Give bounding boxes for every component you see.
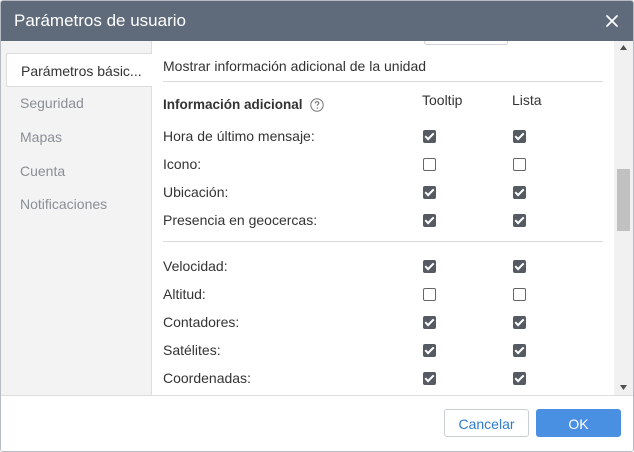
column-tooltip: Tooltip: [422, 92, 463, 108]
sidebar-item-notifications[interactable]: Notificaciones: [1, 187, 151, 221]
list-location-checkbox[interactable]: [513, 186, 526, 199]
scroll-up-arrow-icon[interactable]: [614, 41, 633, 55]
row-label-coordinates: Coordenadas:: [163, 370, 251, 386]
divider: [163, 81, 603, 82]
close-icon[interactable]: [601, 10, 623, 32]
section-title: Mostrar información adicional de la unid…: [163, 58, 427, 74]
sidebar-item-maps[interactable]: Mapas: [1, 120, 151, 154]
divider: [163, 241, 603, 242]
sidebar-item-account[interactable]: Cuenta: [1, 154, 151, 188]
partial-control[interactable]: [424, 41, 508, 45]
sidebar-item-basic-params[interactable]: Parámetros básic...: [6, 53, 152, 87]
settings-content: Mostrar información adicional de la unid…: [152, 41, 614, 395]
list-coordinates-checkbox[interactable]: [513, 372, 526, 385]
list-geofences-checkbox[interactable]: [513, 214, 526, 227]
tooltip-altitude-checkbox[interactable]: [423, 288, 436, 301]
settings-sidebar: Parámetros básic... Seguridad Mapas Cuen…: [1, 41, 152, 395]
tooltip-counters-checkbox[interactable]: [423, 316, 436, 329]
row-label-geofences: Presencia en geocercas:: [163, 212, 318, 228]
tooltip-icon-checkbox[interactable]: [423, 158, 436, 171]
user-settings-dialog: Parámetros de usuario Parámetros básic..…: [0, 0, 634, 452]
cancel-button[interactable]: Cancelar: [444, 409, 529, 437]
tooltip-coordinates-checkbox[interactable]: [423, 372, 436, 385]
tooltip-satellites-checkbox[interactable]: [423, 344, 436, 357]
tooltip-location-checkbox[interactable]: [423, 186, 436, 199]
row-label-counters: Contadores:: [163, 314, 240, 330]
list-altitude-checkbox[interactable]: [513, 288, 526, 301]
info-label: Información adicional: [163, 97, 303, 112]
list-icon-checkbox[interactable]: [513, 158, 526, 171]
row-label-location: Ubicación:: [163, 184, 229, 200]
list-satellites-checkbox[interactable]: [513, 344, 526, 357]
row-label-last-message: Hora de último mensaje:: [163, 128, 315, 144]
row-label-altitude: Altitud:: [163, 286, 206, 302]
dialog-title: Parámetros de usuario: [14, 11, 186, 30]
list-last-message-checkbox[interactable]: [513, 130, 526, 143]
row-label-satellites: Satélites:: [163, 342, 221, 358]
content-scrollbar[interactable]: [614, 41, 633, 395]
row-label-speed: Velocidad:: [163, 258, 228, 274]
scrollbar-thumb[interactable]: [617, 169, 630, 231]
tooltip-last-message-checkbox[interactable]: [423, 130, 436, 143]
row-label-icon: Icono:: [163, 156, 202, 172]
help-icon[interactable]: [310, 98, 324, 112]
tooltip-speed-checkbox[interactable]: [423, 260, 436, 273]
sidebar-item-security[interactable]: Seguridad: [1, 86, 151, 120]
ok-button[interactable]: OK: [536, 409, 621, 437]
scroll-down-arrow-icon[interactable]: [614, 381, 633, 395]
dialog-footer: Cancelar OK: [1, 395, 633, 451]
dialog-titlebar: Parámetros de usuario: [1, 1, 633, 41]
column-list: Lista: [512, 92, 542, 108]
tooltip-geofences-checkbox[interactable]: [423, 214, 436, 227]
list-counters-checkbox[interactable]: [513, 316, 526, 329]
list-speed-checkbox[interactable]: [513, 260, 526, 273]
